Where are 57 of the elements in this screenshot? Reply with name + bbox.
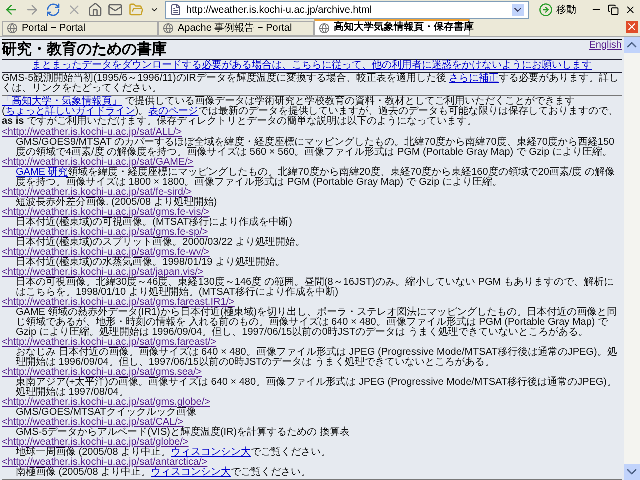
intro-paragraph: 「高知大学・気象情報頁」 で提供している画像データは学術研究と学校教育の資料・教材としてご利用いただくことができます (ちょっと詳しいガイドライン)。表のページでは最新のデータを提供していますが、過去のデータも可能な限りは保存しておりますので、as is ですがご利用いただけます。保存ディレクトリとデータの簡単な説明は以下のようになっています。 [2, 97, 620, 127]
directory-description: GAME 研究領域を緯度・経度座標にマッピングしたもの。北緯70度から南緯20度、東経70度から東経160度の領域で20画素/度 の解像度を持つ。画像サイズは 1800 × 1800。画像ファイル形式は PGM (Portable Gray Map) で Gzip により圧縮。 [16, 168, 616, 188]
directory-link[interactable]: <http://weather.is.kochi-u.ac.jp/sat/gms.fe-sp/> [2, 228, 208, 238]
directory-description: 東南アジア(+太平洋)の画像。画像サイズは 640 × 480。画像ファイル形式は JPEG (Progressive Mode/MTSAT移行後は通常のJPEG)。処理開始は 1997/08/04。 [16, 378, 618, 398]
home-icon[interactable] [88, 2, 102, 18]
directory-description: GMS/GOES9/MTSAT のカバーするほぼ全域を緯度・経度座標にマッピングしたもの。北緯70度から南緯70度、東経70度から西経150度の領域で4画素/度 の解像度を持つ。画像サイズは 560 × 560。画像ファイル形式は PGM (Portable Gray Map) で Gzip により圧縮。 [16, 138, 616, 158]
text-link[interactable]: ちょっと詳しいガイドライン [5, 106, 136, 117]
directory-link[interactable]: <http://weather.is.kochi-u.ac.jp/sat/gms.fareast/> [2, 338, 217, 348]
directory-link[interactable]: <http://weather.is.kochi-u.ac.jp/sat/gms.globe/> [2, 398, 210, 408]
scroll-down-icon[interactable] [624, 464, 640, 480]
directory-link[interactable]: <http://weather.is.kochi-u.ac.jp/sat/globe/> [2, 438, 189, 448]
directory-link[interactable]: <http://weather.is.kochi-u.ac.jp/sat/japan.vis/> [2, 268, 204, 278]
globe-icon [319, 22, 330, 34]
restore-icon[interactable] [608, 4, 619, 16]
directory-link[interactable]: <http://weather.is.kochi-u.ac.jp/sat/GAME/> [2, 158, 194, 168]
back-icon[interactable] [4, 2, 19, 18]
directory-link[interactable]: <http://weather.is.kochi-u.ac.jp/sat/gms.fareast.IR1/> [2, 298, 235, 308]
globe-icon [163, 23, 174, 34]
text-link[interactable]: さらに補正 [449, 73, 500, 84]
close-tab-icon[interactable] [626, 21, 638, 33]
text-link[interactable]: 表のページ [148, 106, 199, 117]
globe-icon [7, 23, 18, 34]
close-icon[interactable] [624, 4, 636, 16]
mail-icon[interactable] [108, 2, 124, 18]
directory-description: GAME 領域の熱赤外データ(IR1)から日本付近(極東域)を切り出し、ポーラ・ステレオ図法にマッピングしたもの。日本付近の画像と同じ領域であるが、地形・時刻の情報を 入れる前のもの。画像サイズは 640 × 480。画像ファイル形式は PGM (Portable Gray Map) で Gzip により圧縮。処理開始は 1996/09/04。但し、1997/06/15以前の0時JSTのデータは うまく処理できていないところがある。 [16, 308, 618, 338]
scroll-up-icon[interactable] [624, 37, 640, 53]
directory-description: 南極画像 (2005/08 より中止。ウィスコンシン大でご覧ください。 [16, 468, 312, 478]
directory-description: 日本付近(極東域)の水蒸気画像。1998/01/19 より処理開始。 [16, 258, 286, 268]
browser-tab[interactable]: Portal − Portal [2, 21, 158, 36]
reload-icon[interactable] [46, 2, 61, 18]
note-paragraph: GMS-5観測開始当初(1995/6～1996/11)のIRデータを輝度温度に変換する場合、較正表を適用した後 さらに補正する必要があります。詳しくは、リンクをたどってください。 [2, 74, 620, 94]
directory-link[interactable]: <http://weather.is.kochi-u.ac.jp/sat/gms.fe-wv/> [2, 248, 210, 258]
directory-description: 日本付近(極東域)の可視画像。(MTSAT移行により作成を中断) [16, 218, 294, 228]
directory-link[interactable]: <http://weather.is.kochi-u.ac.jp/sat/CAL/> [2, 418, 184, 428]
english-link[interactable]: English [589, 40, 622, 51]
notice-link[interactable]: まとまったデータをダウンロードする必要がある場合は、こちらに従って、他の利用者に迷惑をかけないようにお願いします [32, 60, 592, 72]
text-link[interactable]: ウィスコンシン大 [151, 467, 232, 478]
forward-icon[interactable] [24, 2, 40, 18]
text-link[interactable]: 「高知大学・気象情報頁」 [2, 96, 122, 107]
scrollbar[interactable] [624, 37, 640, 480]
text-link[interactable]: ウィスコンシン大 [171, 447, 252, 458]
text-link[interactable]: GAME 研究 [16, 167, 68, 178]
directory-description: 日本付近(極東域)のスプリット画像。2000/03/22 より処理開始。 [16, 238, 306, 248]
directory-link[interactable]: <http://weather.is.kochi-u.ac.jp/sat/ALL/> [2, 128, 182, 138]
directory-link[interactable]: <http://weather.is.kochi-u.ac.jp/sat/antarctica/> [2, 458, 208, 468]
page-heading: 研究・教育のための書庫 [2, 41, 167, 59]
go-button[interactable]: 移動 [534, 2, 581, 18]
directory-description: 日本の可視画像。北緯30度～46度、東経130度～146度 の範囲。昼間(8～16JST)のみ。縮小していない PGM もありますので、解析にはこちらを。1998/01/10 より処理開始。(MTSAT移行により作成を中断) [16, 278, 615, 298]
directory-link[interactable]: <http://weather.is.kochi-u.ac.jp/sat/gms.sea/> [2, 368, 202, 378]
directory-description: GMS-5データからアルベード(VIS)と輝度温度(IR)を計算するための 換算表 [16, 428, 351, 438]
directory-description: おなじみ 日本付近の画像。画像サイズは 640 × 480。画像ファイル形式は JPEG (Progressive Mode/MTSAT移行後は通常のJPEG)。処理開始は 1996/09/04。但し、1997/06/15以前の0時JSTのデータは うまく処理できていないところがある。 [16, 348, 618, 368]
directory-description: GMS/GOES/MTSATクイックルック画像 [16, 408, 196, 418]
directory-description: 地球一周画像 (2005/08 より中止。ウィスコンシン大でご覧ください。 [16, 448, 332, 458]
browser-tab[interactable]: Apache 事例報告 − Portal [158, 21, 314, 36]
directory-link[interactable]: <http://weather.is.kochi-u.ac.jp/sat/gms.fe-vis/> [2, 208, 210, 218]
directory-description: 短波長赤外差分画像. (2005/08 より処理開始) [16, 198, 218, 208]
directory-link[interactable]: <http://weather.is.kochi-u.ac.jp/sat/fe-sird/> [2, 188, 192, 198]
